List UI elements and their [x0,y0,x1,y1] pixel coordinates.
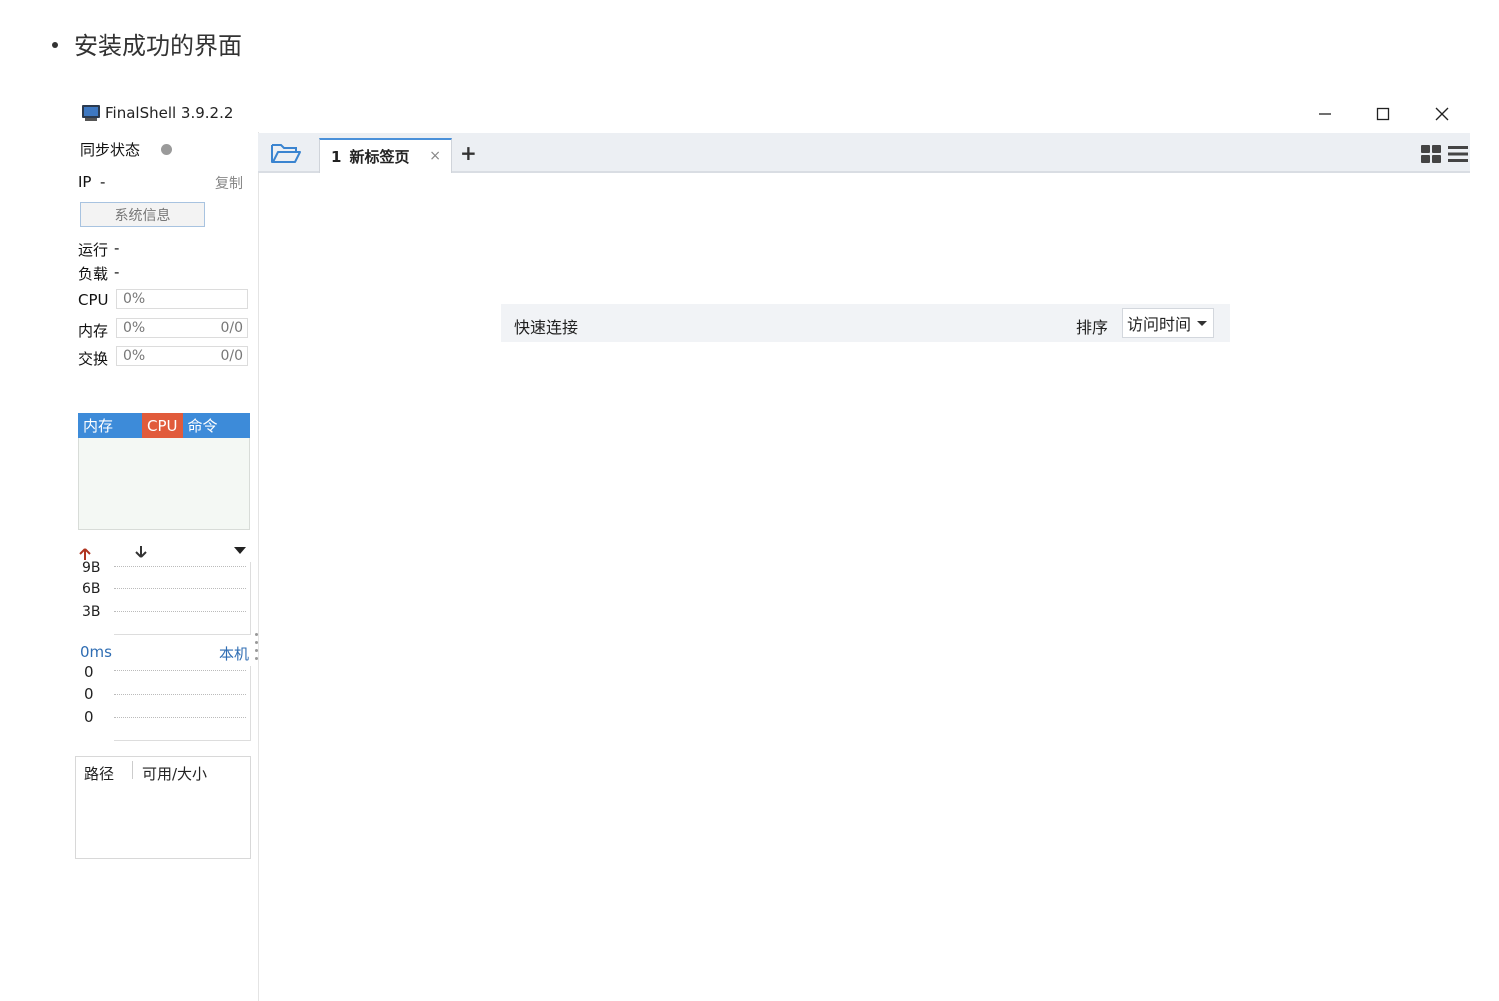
close-window-button[interactable] [1422,100,1462,128]
network-tick: 3B [82,604,101,620]
column-divider [132,761,133,779]
network-traffic-graph [114,562,251,635]
swap-label: 交换 [78,350,109,368]
finalshell-window: FinalShell 3.9.2.2 同步状态 IP - 复制 系统信息 运行 … [72,96,1470,1001]
swap-percent: 0% [123,348,146,364]
terminal-app-icon [82,105,100,121]
minimize-icon [1319,113,1331,115]
close-icon [1435,107,1449,121]
title-bar[interactable]: FinalShell 3.9.2.2 [72,96,1470,132]
sort-label: 排序 [1076,318,1109,337]
disk-column-size[interactable]: 可用/大小 [142,763,207,784]
panel-resize-handle[interactable] [255,633,259,665]
tab-label: 新标签页 [349,148,410,166]
cpu-percent: 0% [123,291,146,307]
tab-close-icon[interactable]: × [429,148,441,164]
load-value: - [114,263,120,281]
process-tab-command[interactable]: 命令 [183,413,223,438]
sync-status-indicator [161,144,172,155]
process-list[interactable] [78,438,250,530]
cpu-usage-meter: 0% [116,289,248,309]
load-label: 负载 [78,265,109,283]
ip-value: - [100,173,106,191]
cpu-label: CPU [78,291,109,309]
process-sort-tabs: 内存 CPU 命令 [78,413,250,438]
swap-usage: 0/0 [220,348,243,364]
network-tick: 9B [82,560,101,576]
server-status-panel: 同步状态 IP - 复制 系统信息 运行 - 负载 - CPU 0% 内存 0%… [72,132,259,1001]
grid-view-icon[interactable] [1421,145,1441,163]
ping-latency-graph [114,666,251,741]
ping-tick: 0 [84,685,94,703]
window-title: FinalShell 3.9.2.2 [105,104,234,122]
disk-column-path[interactable]: 路径 [84,763,114,784]
network-tick: 6B [82,581,101,597]
memory-percent: 0% [123,320,146,336]
maximize-icon [1376,107,1390,121]
sync-status-label: 同步状态 [80,141,141,159]
list-view-icon[interactable] [1448,146,1468,162]
download-arrow-icon [135,546,147,558]
swap-usage-meter: 0% 0/0 [116,346,248,366]
ping-latency: 0ms [80,643,112,661]
quick-connect-bar: 快速连接 排序 访问时间 [501,304,1230,342]
memory-label: 内存 [78,322,109,340]
chevron-down-icon [1197,321,1207,326]
copy-ip-link[interactable]: 复制 [215,173,243,193]
document-bullet: 安装成功的界面 [52,26,242,61]
ping-tick: 0 [84,708,94,726]
uptime-label: 运行 [78,241,109,259]
sort-selected-value: 访问时间 [1127,315,1192,334]
open-folder-icon[interactable] [270,141,302,165]
maximize-button[interactable] [1363,100,1403,128]
bullet-dot [52,41,58,48]
memory-usage-meter: 0% 0/0 [116,318,248,338]
ip-label: IP [78,173,92,191]
add-tab-button[interactable]: + [460,141,477,165]
session-tab-bar: 1 新标签页 × + [258,133,1470,173]
uptime-value: - [114,239,120,257]
ping-target-link[interactable]: 本机 [219,643,249,664]
tab-index: 1 [331,147,342,166]
tab-new-tab[interactable]: 1 新标签页 × [319,138,452,173]
bullet-text: 安装成功的界面 [74,32,242,60]
network-interface-dropdown-icon[interactable] [234,547,246,555]
process-tab-cpu[interactable]: CPU [142,413,183,438]
ping-tick: 0 [84,663,94,681]
system-info-button[interactable]: 系统信息 [80,202,205,227]
disk-usage-table: 路径 可用/大小 [75,756,251,859]
sort-select[interactable]: 访问时间 [1122,308,1214,338]
process-tab-memory[interactable]: 内存 [78,413,118,438]
minimize-button[interactable] [1305,100,1345,128]
upload-arrow-icon [79,548,91,560]
memory-usage: 0/0 [220,320,243,336]
quick-connect-title: 快速连接 [514,318,579,337]
